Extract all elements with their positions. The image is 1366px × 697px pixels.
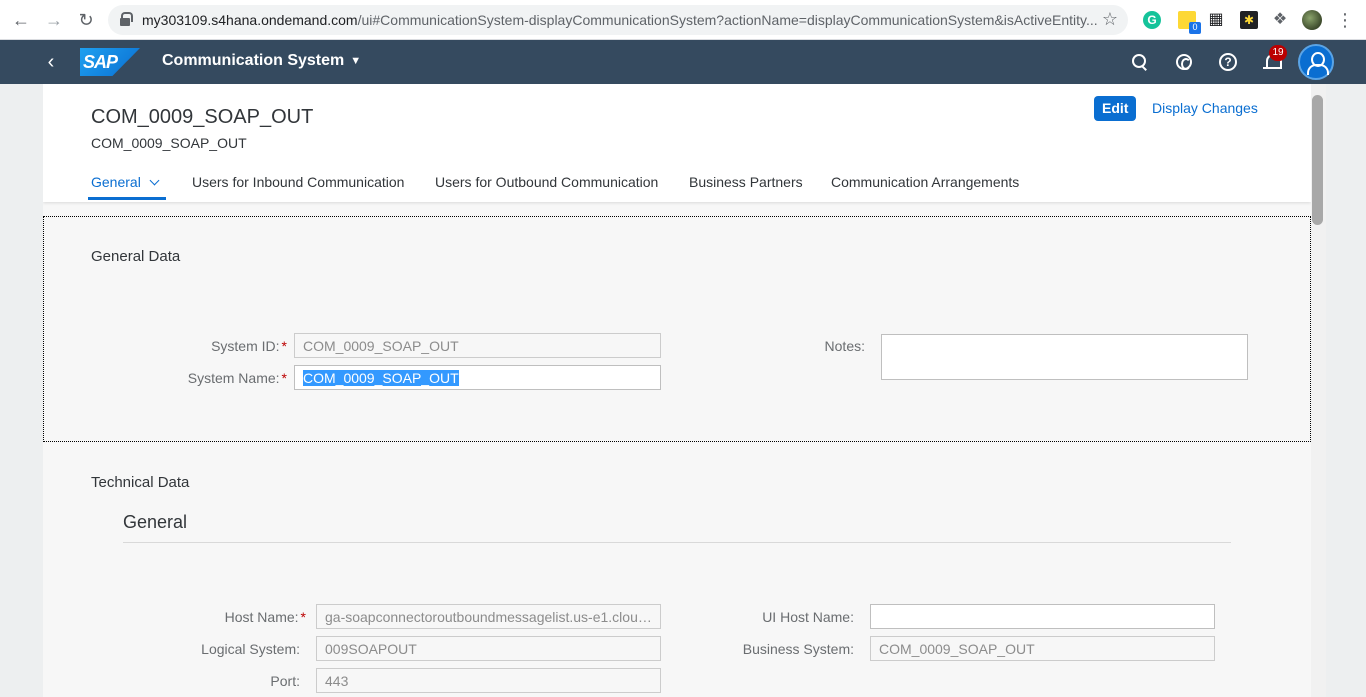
url-text: my303109.s4hana.ondemand.com/ui#Communic… xyxy=(142,12,1102,28)
sticky-note-extension-icon[interactable]: 0 xyxy=(1178,11,1201,34)
forward-arrow-icon[interactable]: → xyxy=(44,10,64,30)
extension-badge: 0 xyxy=(1189,22,1201,34)
help-icon[interactable]: ? xyxy=(1216,50,1240,74)
ui-host-name-field[interactable] xyxy=(870,604,1215,629)
shell-bar: ‹ SAP Communication System ▼ ? xyxy=(0,40,1366,84)
tab-users-inbound[interactable]: Users for Inbound Communication xyxy=(192,174,404,190)
required-asterisk: * xyxy=(300,609,306,625)
port-field[interactable]: 443 xyxy=(316,668,661,693)
user-avatar[interactable] xyxy=(1298,44,1334,80)
host-name-label-text: Host Name: xyxy=(224,609,299,625)
lock-icon xyxy=(120,12,133,26)
system-name-label: System Name: * xyxy=(84,370,287,386)
notes-label: Notes: xyxy=(824,338,865,354)
more-vert-icon[interactable]: ⋮ xyxy=(1336,11,1354,29)
grid-extension-icon[interactable]: ▦ xyxy=(1207,11,1225,29)
notification-count-badge: 19 xyxy=(1269,45,1287,61)
grammarly-extension-icon[interactable]: G xyxy=(1143,11,1161,29)
general-data-title: General Data xyxy=(91,248,181,265)
browser-toolbar: ← → ↻ my303109.s4hana.ondemand.com/ui#Co… xyxy=(0,0,1366,40)
system-id-field[interactable]: COM_0009_SOAP_OUT xyxy=(294,333,661,358)
system-id-label: System ID: * xyxy=(84,338,287,354)
tab-label: General xyxy=(91,174,141,190)
page-title: COM_0009_SOAP_OUT xyxy=(91,106,314,128)
url-host: my303109.s4hana.ondemand.com xyxy=(142,12,358,28)
tab-communication-arrangements[interactable]: Communication Arrangements xyxy=(831,174,1019,190)
logical-system-field[interactable]: 009SOAPOUT xyxy=(316,636,661,661)
chevron-down-icon xyxy=(149,175,160,186)
edit-button[interactable]: Edit xyxy=(1094,96,1137,121)
app-title-menu[interactable]: Communication System ▼ xyxy=(162,52,361,70)
reload-icon[interactable]: ↻ xyxy=(76,10,96,30)
bolt-extension-icon[interactable]: ✱ xyxy=(1240,11,1258,29)
system-id-label-text: System ID: xyxy=(211,338,280,354)
search-icon[interactable] xyxy=(1127,50,1151,74)
technical-general-subtitle: General xyxy=(123,512,188,532)
app-title: Communication System xyxy=(162,52,345,69)
tab-business-partners[interactable]: Business Partners xyxy=(689,174,803,190)
page-subtitle: COM_0009_SOAP_OUT xyxy=(91,135,247,151)
caret-down-icon: ▼ xyxy=(350,55,362,67)
object-page: COM_0009_SOAP_OUT COM_0009_SOAP_OUT Edit… xyxy=(43,84,1311,697)
business-system-label: Business System: xyxy=(742,641,854,657)
back-chevron-icon[interactable]: ‹ xyxy=(40,50,62,74)
tab-users-outbound[interactable]: Users for Outbound Communication xyxy=(435,174,658,190)
active-tab-indicator xyxy=(88,197,166,200)
browser-profile-avatar[interactable] xyxy=(1302,10,1322,30)
copilot-icon[interactable] xyxy=(1172,50,1196,74)
back-arrow-icon[interactable]: ← xyxy=(11,10,31,30)
display-changes-link[interactable]: Display Changes xyxy=(1152,100,1258,116)
puzzle-extensions-icon[interactable]: ❖ xyxy=(1271,11,1289,29)
system-name-label-text: System Name: xyxy=(187,370,280,386)
sap-logo[interactable]: SAP xyxy=(80,48,140,76)
port-label: Port: xyxy=(270,673,300,689)
logical-system-label: Logical System: xyxy=(201,641,300,657)
business-system-field[interactable]: COM_0009_SOAP_OUT xyxy=(870,636,1215,661)
url-path: /ui#CommunicationSystem-displayCommunica… xyxy=(357,12,1098,28)
notes-textarea[interactable] xyxy=(881,334,1248,380)
host-name-field[interactable]: ga-soapconnectoroutboundmessagelist.us-e… xyxy=(316,604,661,629)
selected-text: COM_0009_SOAP_OUT xyxy=(303,370,459,386)
required-asterisk: * xyxy=(281,338,287,354)
system-name-field[interactable]: COM_0009_SOAP_OUT xyxy=(294,365,661,390)
address-bar[interactable]: my303109.s4hana.ondemand.com/ui#Communic… xyxy=(108,5,1128,35)
tab-general[interactable]: General xyxy=(91,174,160,190)
ui-host-name-label: UI Host Name: xyxy=(762,609,854,625)
subsection-divider xyxy=(123,542,1231,543)
host-name-label: Host Name: * xyxy=(103,609,306,625)
logo-text: SAP xyxy=(83,52,118,72)
bookmark-star-icon[interactable]: ☆ xyxy=(1102,9,1118,30)
scrollbar-thumb[interactable] xyxy=(1312,95,1323,225)
technical-data-title: Technical Data xyxy=(91,474,190,491)
general-data-section: General Data System ID: * COM_0009_SOAP_O… xyxy=(43,216,1311,442)
object-page-header: COM_0009_SOAP_OUT COM_0009_SOAP_OUT Edit… xyxy=(43,84,1311,202)
required-asterisk: * xyxy=(281,370,287,386)
